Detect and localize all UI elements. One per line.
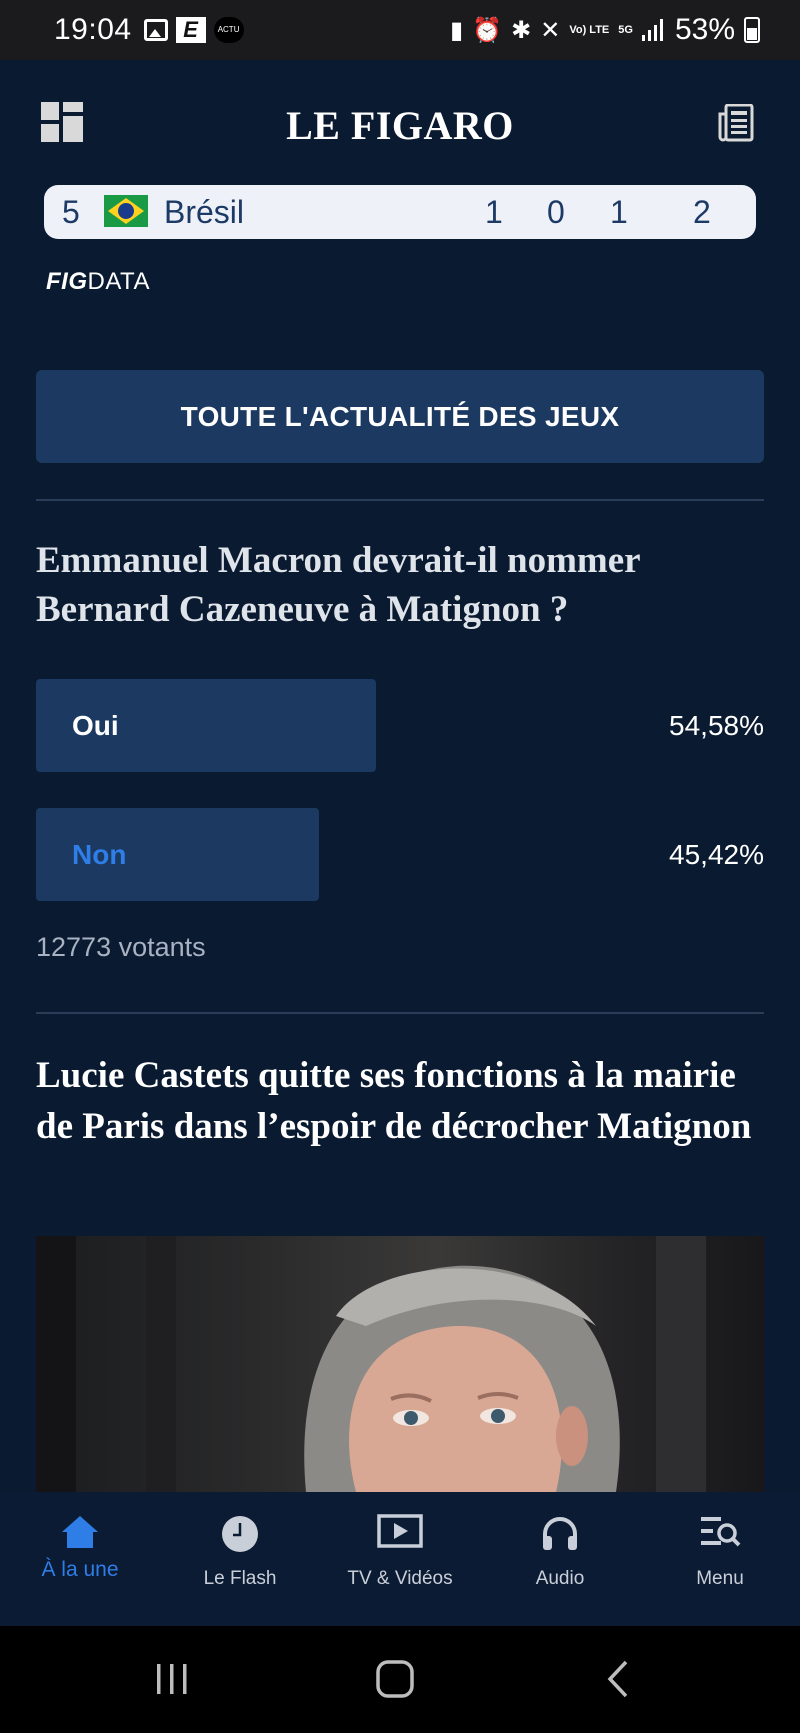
alarm-icon: ⏰ [472,16,503,44]
mute-icon: ✕ [540,16,561,44]
status-bar: 19:04 E ACTU ▮ ⏰ ✱ ✕ Vo) LTE 5G 53% [0,0,800,60]
home-icon [62,1516,98,1548]
article-title[interactable]: Lucie Castets quitte ses fonctions à la … [36,1050,764,1152]
nav-item-audio[interactable]: Audio [480,1492,640,1626]
gallery-notification-icon [143,19,168,41]
poll-option-percent: 45,42% [669,839,764,870]
menu-search-icon [701,1517,741,1547]
poll-option-non[interactable]: Non 45,42% [36,808,764,901]
nav-label: Audio [535,1568,585,1589]
medal-gold: 1 [485,193,503,230]
article-photo-illustration [36,1236,706,1492]
nav-label: Le Flash [203,1568,277,1589]
poll-option-label: Non [72,839,127,870]
system-navigation-bar [0,1626,800,1733]
medal-country: Brésil [164,193,245,230]
medal-bronze: 1 [610,193,628,230]
clock-icon [222,1516,258,1552]
app-header: LE FIGARO [0,60,800,185]
lequipe-notification-icon: E [175,17,206,43]
signal-icon [641,19,663,41]
divider [36,1012,764,1014]
nav-item-le-flash[interactable]: Le Flash [160,1492,320,1626]
network-type-icon: 5G [618,23,633,36]
recent-apps-icon[interactable] [155,1662,189,1696]
bottom-navigation: À la une Le Flash TV & Vidéos Audio Menu [0,1492,800,1626]
medal-rank: 5 [62,193,80,230]
battery-icon [744,17,760,43]
volte-icon: Vo) LTE [569,23,610,36]
poll-voters-count: 12773 votants [36,932,206,962]
battery-saver-icon: ▮ [450,16,464,44]
battery-percent: 53% [674,13,735,46]
le-figaro-logo[interactable]: LE FIGARO [0,102,800,149]
home-button-icon[interactable] [376,1660,414,1698]
actu-notification-icon: ACTU [213,17,244,43]
article-photo[interactable] [36,1236,764,1492]
nav-item-menu[interactable]: Menu [640,1492,800,1626]
figdata-logo: FIGDATA [46,268,150,295]
nav-item-a-la-une[interactable]: À la une [0,1492,160,1626]
play-icon [377,1514,423,1548]
poll-question: Emmanuel Macron devrait-il nommer Bernar… [36,540,640,630]
newspaper-icon[interactable] [718,104,754,142]
bluetooth-icon: ✱ [511,16,532,44]
poll-option-label: Oui [72,710,119,741]
medal-silver: 0 [547,193,565,230]
status-time: 19:04 [54,13,132,46]
all-games-news-button[interactable]: TOUTE L'ACTUALITÉ DES JEUX [36,370,764,463]
nav-label: Menu [696,1568,744,1589]
brazil-flag-icon [104,195,148,227]
divider [36,499,764,501]
medal-table-row[interactable]: 5 Brésil 1 0 1 2 [44,185,756,239]
back-icon[interactable] [606,1660,630,1698]
poll-option-percent: 54,58% [669,710,764,741]
nav-label: TV & Vidéos [347,1568,453,1589]
medal-total: 2 [693,193,711,230]
nav-label: À la une [41,1558,119,1581]
nav-item-tv-videos[interactable]: TV & Vidéos [320,1492,480,1626]
poll-option-oui[interactable]: Oui 54,58% [36,679,764,772]
headphones-icon [543,1517,577,1550]
